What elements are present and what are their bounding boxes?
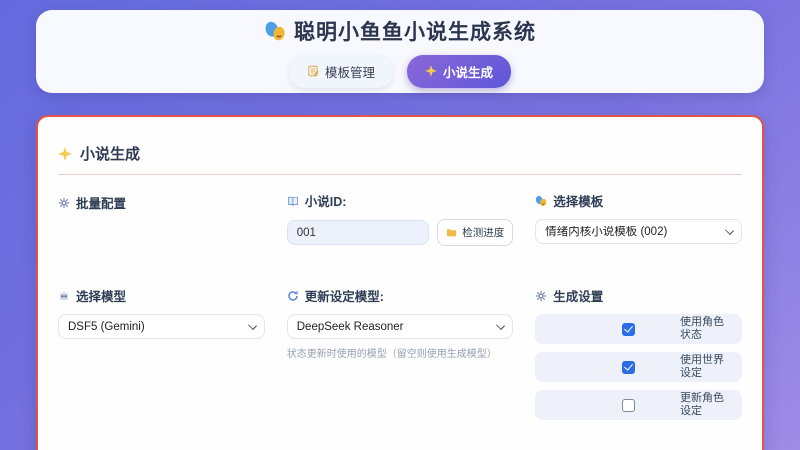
sparkle-icon xyxy=(425,65,437,77)
novel-id-field: 小说ID: 检测进度 xyxy=(286,191,514,246)
novel-generate-button[interactable]: 小说生成 xyxy=(407,54,512,88)
gear-icon xyxy=(535,289,548,302)
novel-generation-panel: 小说生成 批量配置 小说ID: 检测进度 xyxy=(36,115,764,450)
page-title: 聪明小鱼鱼小说生成系统 xyxy=(264,16,536,46)
book-icon xyxy=(287,196,298,206)
template-select-field: 选择模板 情绪内核小说模板 (002) xyxy=(535,191,742,244)
model-select-field: 选择模型 DSF5 (Gemini) xyxy=(58,286,265,339)
batch-config: 批量配置 xyxy=(58,191,265,221)
checkbox[interactable] xyxy=(622,322,636,336)
checkbox[interactable] xyxy=(622,398,636,412)
gear-icon xyxy=(58,196,70,209)
check-progress-button[interactable]: 检测进度 xyxy=(437,219,514,246)
folder-icon xyxy=(447,229,457,237)
option-update-character-setting[interactable]: 更新角色设定 xyxy=(535,390,742,420)
update-model-label: 更新设定模型: xyxy=(287,286,514,305)
generation-settings: 生成设置 使用角色状态 使用世界设定 更新角色设定 xyxy=(535,286,742,428)
masks-icon xyxy=(264,19,286,42)
template-select[interactable]: 情绪内核小说模板 (002) xyxy=(535,219,742,244)
batch-config-label: 批量配置 xyxy=(58,193,265,212)
memo-icon xyxy=(308,65,319,77)
option-use-world-setting[interactable]: 使用世界设定 xyxy=(535,352,742,382)
option-use-character-status[interactable]: 使用角色状态 xyxy=(535,314,742,344)
header-card: 聪明小鱼鱼小说生成系统 模板管理 小说生成 xyxy=(36,10,764,93)
sparkle-icon xyxy=(58,146,72,161)
generation-settings-label: 生成设置 xyxy=(535,286,742,305)
novel-id-label: 小说ID: xyxy=(287,191,514,210)
robot-icon xyxy=(60,290,68,300)
template-manage-button[interactable]: 模板管理 xyxy=(288,54,393,88)
checkbox[interactable] xyxy=(622,360,636,374)
section-title: 小说生成 xyxy=(58,137,742,175)
update-model-select[interactable]: DeepSeek Reasoner xyxy=(286,314,514,339)
model-select-label: 选择模型 xyxy=(58,286,265,305)
page-title-text: 聪明小鱼鱼小说生成系统 xyxy=(294,20,536,44)
masks-icon xyxy=(535,194,548,207)
update-model-hint: 状态更新时使用的模型（留空则使用生成模型） xyxy=(286,349,497,360)
novel-id-input[interactable] xyxy=(286,220,430,245)
update-model-field: 更新设定模型: DeepSeek Reasoner 状态更新时使用的模型（留空则… xyxy=(286,286,514,360)
model-select[interactable]: DSF5 (Gemini) xyxy=(58,314,265,339)
main-nav: 模板管理 小说生成 xyxy=(288,54,512,88)
refresh-icon xyxy=(288,289,299,301)
template-select-label: 选择模板 xyxy=(535,191,742,210)
